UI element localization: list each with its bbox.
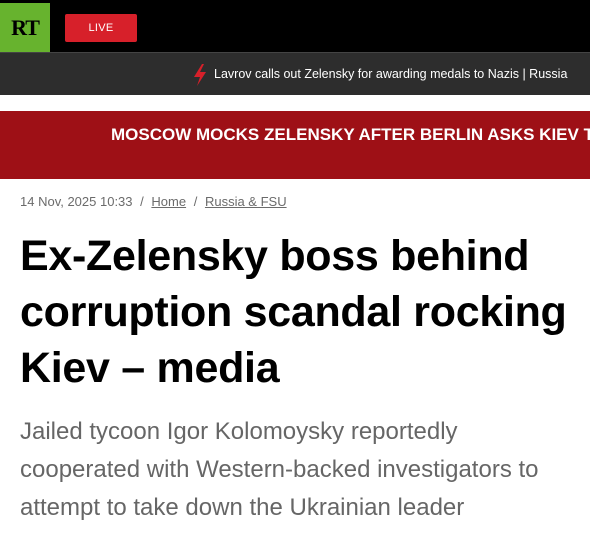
breadcrumb-separator: /: [193, 194, 198, 209]
breadcrumb-category-link[interactable]: Russia & FSU: [205, 194, 287, 209]
rt-logo[interactable]: RT: [0, 3, 50, 52]
top-navigation-bar: RT LIVE: [0, 0, 590, 52]
breaking-news-banner[interactable]: MOSCOW MOCKS ZELENSKY AFTER BERLIN ASKS …: [0, 111, 590, 179]
live-button-label: LIVE: [88, 22, 114, 34]
live-button[interactable]: LIVE: [65, 14, 137, 42]
article-summary: Jailed tycoon Igor Kolomoysky reportedly…: [20, 418, 539, 521]
article-meta: 14 Nov, 2025 10:33 / Home / Russia & FSU: [20, 194, 287, 209]
breadcrumb-separator: /: [140, 194, 144, 209]
logo-text: RT: [11, 14, 40, 40]
news-ticker: Lavrov calls out Zelensky for awarding m…: [0, 52, 590, 95]
banner-headline: MOSCOW MOCKS ZELENSKY AFTER BERLIN ASKS …: [111, 125, 590, 144]
breadcrumb-home-link[interactable]: Home: [151, 194, 186, 209]
article-date: 14 Nov, 2025 10:33: [20, 194, 133, 209]
lightning-icon: [194, 64, 206, 86]
article-headline: Ex-Zelensky boss behind corruption scand…: [20, 232, 567, 392]
ticker-headline-link[interactable]: Lavrov calls out Zelensky for awarding m…: [214, 67, 567, 81]
